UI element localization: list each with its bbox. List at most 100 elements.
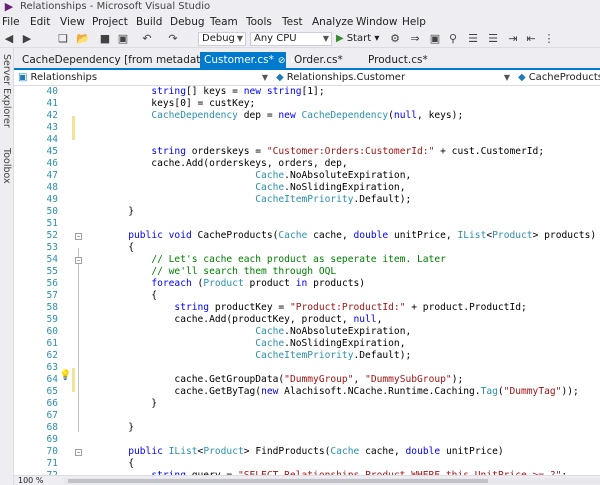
code-line[interactable]: Cache.NoSlidingExpiration, <box>82 182 405 194</box>
code-line[interactable]: // we'll search them through OQL <box>82 266 336 278</box>
code-token: IList <box>168 446 198 457</box>
code-line[interactable]: { <box>82 290 157 302</box>
indent-icon[interactable]: ⇥ <box>506 32 520 46</box>
menu-window[interactable]: Window <box>356 15 397 29</box>
code-line[interactable]: public void CacheProducts(Cache cache, d… <box>82 230 596 242</box>
window-title: Relationships - Microsoft Visual Studio <box>20 1 211 12</box>
menu-test[interactable]: Test <box>282 15 303 29</box>
code-line[interactable]: public IList<Product> FindProducts(Cache… <box>82 446 504 458</box>
class-dropdown[interactable]: ◆ Relationships.Customer ▼ <box>274 71 514 85</box>
line-number: 46 <box>46 158 58 169</box>
code-line[interactable]: CacheItemPriority.Default); <box>82 350 411 362</box>
code-token: , keys); <box>417 110 464 121</box>
save-all-icon[interactable]: ▣ <box>116 32 130 46</box>
tab-product[interactable]: Product.cs* <box>364 52 444 68</box>
save-icon[interactable]: ■ <box>98 32 112 46</box>
more-icon[interactable]: ⋮ <box>542 32 556 46</box>
forward-icon[interactable]: ▶ <box>20 32 34 46</box>
code-line[interactable]: } <box>82 422 134 434</box>
menu-view[interactable]: View <box>60 15 85 29</box>
menu-build[interactable]: Build <box>136 15 162 29</box>
pin-icon[interactable]: ⊘ <box>278 56 286 66</box>
line-number: 63 <box>46 362 58 373</box>
code-token: { <box>82 290 158 301</box>
code-line[interactable]: cache.GetGroupData("DummyGroup", "DummyS… <box>82 374 463 386</box>
server-explorer-tab[interactable]: Server Explorer <box>1 54 12 128</box>
code-token: CacheItemPriority <box>255 350 354 361</box>
code-line[interactable]: CacheDependency dep = new CacheDependenc… <box>82 110 463 122</box>
menu-debug[interactable]: Debug <box>170 15 205 29</box>
code-line[interactable]: CacheItemPriority.Default); <box>82 194 411 206</box>
find-icon[interactable]: ⚲ <box>446 32 460 46</box>
code-line[interactable]: { <box>82 458 134 470</box>
code-token: .NoSlidingExpiration, <box>284 182 406 193</box>
code-editor[interactable]: 40 41 42 43 44 45 46 47 48 49 50 51 52 53 54 55 56 57 58 59… <box>14 86 600 475</box>
code-line[interactable]: Cache.NoSlidingExpiration, <box>82 338 405 350</box>
code-line[interactable]: { <box>82 242 134 254</box>
menu-tools[interactable]: Tools <box>246 15 272 29</box>
step-icon[interactable]: ⇒ <box>408 32 422 46</box>
member-dropdown[interactable]: ◆CacheProducts(C <box>516 71 600 85</box>
code-line[interactable]: string[] keys = new string[1]; <box>82 86 324 98</box>
tab-label: Customer.cs* <box>204 54 274 66</box>
platform-dropdown[interactable]: Any CPU ▼ <box>250 32 332 46</box>
undo-icon[interactable]: ↶ <box>140 32 154 46</box>
code-line[interactable]: Cache.NoAbsoluteExpiration, <box>82 170 411 182</box>
line-number: 62 <box>46 350 58 361</box>
lightbulb-icon[interactable]: 💡 <box>59 370 71 381</box>
configuration-dropdown[interactable]: Debug ▼ <box>198 32 246 46</box>
bookmark-icon[interactable]: ▣ <box>428 32 442 46</box>
collapse-toggle[interactable]: – <box>75 233 82 240</box>
code-token: "Product:ProductId:" <box>289 302 406 313</box>
toolbox-tab[interactable]: Toolbox <box>1 148 12 184</box>
code-token: new <box>261 386 279 397</box>
menu-project[interactable]: Project <box>92 15 128 29</box>
tab-customer[interactable]: Customer.cs* ⊘ ✕ <box>200 52 297 68</box>
line-number: 60 <box>46 326 58 337</box>
code-line[interactable]: cache.GetByTag(new Alachisoft.NCache.Run… <box>82 386 578 398</box>
redo-icon[interactable]: ↷ <box>166 32 180 46</box>
code-token: CacheDependency <box>151 110 238 121</box>
horizontal-scrollbar[interactable] <box>64 478 600 484</box>
code-line[interactable]: foreach (Product product in products) <box>82 278 365 290</box>
menu-team[interactable]: Team <box>210 15 238 29</box>
collapse-toggle[interactable]: – <box>75 449 82 456</box>
code-token: double <box>405 446 441 457</box>
code-line[interactable]: cache.Add(productKey, product, null, <box>82 314 382 326</box>
code-token: unitPrice, <box>388 230 458 241</box>
code-line[interactable]: Cache.NoAbsoluteExpiration, <box>82 326 411 338</box>
outdent-icon[interactable]: ⇤ <box>524 32 538 46</box>
code-line[interactable]: cache.Add(orderskeys, orders, dep, <box>82 158 347 170</box>
chevron-down-icon: ▼ <box>261 73 268 82</box>
line-number: 45 <box>46 146 58 157</box>
code-token: Cache <box>330 446 360 457</box>
toolbar: ◀ ▶ ❏ 📂 ■ ▣ ↶ ↷ Debug ▼ Any CPU ▼ ▶ Start… <box>0 30 600 48</box>
start-button[interactable]: ▶ Start ▾ <box>336 32 379 46</box>
uncomment-icon[interactable]: ☰ <box>486 32 500 46</box>
scrollbar-thumb[interactable] <box>68 479 488 483</box>
zoom-level[interactable]: 100 % <box>18 476 43 485</box>
back-icon[interactable]: ◀ <box>2 32 16 46</box>
line-number: 57 <box>46 290 58 301</box>
new-project-icon[interactable]: ❏ <box>56 32 70 46</box>
code-token: > products) <box>532 230 597 241</box>
tab-cachedependency[interactable]: CacheDependency [from metadata] <box>18 52 211 68</box>
comment-icon[interactable]: ☰ <box>466 32 480 46</box>
open-icon[interactable]: 📂 <box>76 32 90 46</box>
collapse-toggle[interactable]: – <box>75 257 82 264</box>
menu-edit[interactable]: Edit <box>30 15 50 29</box>
code-line[interactable]: keys[0] = custKey; <box>82 98 255 110</box>
menu-help[interactable]: Help <box>402 15 426 29</box>
debug-icon[interactable]: ⚙ <box>388 32 402 46</box>
code-line[interactable]: } <box>82 206 134 218</box>
project-dropdown[interactable]: ▣ Relationships ▼ <box>16 71 272 85</box>
menu-file[interactable]: File <box>2 15 20 29</box>
code-line[interactable]: string productKey = "Product:ProductId:"… <box>82 302 526 314</box>
menu-analyze[interactable]: Analyze <box>312 15 353 29</box>
code-line[interactable]: string orderskeys = "Customer:Orders:Cus… <box>82 146 544 158</box>
tab-order[interactable]: Order.cs* <box>290 52 360 68</box>
code-line[interactable]: } <box>82 398 157 410</box>
code-line[interactable]: // Let's cache each product as seperate … <box>82 254 446 266</box>
